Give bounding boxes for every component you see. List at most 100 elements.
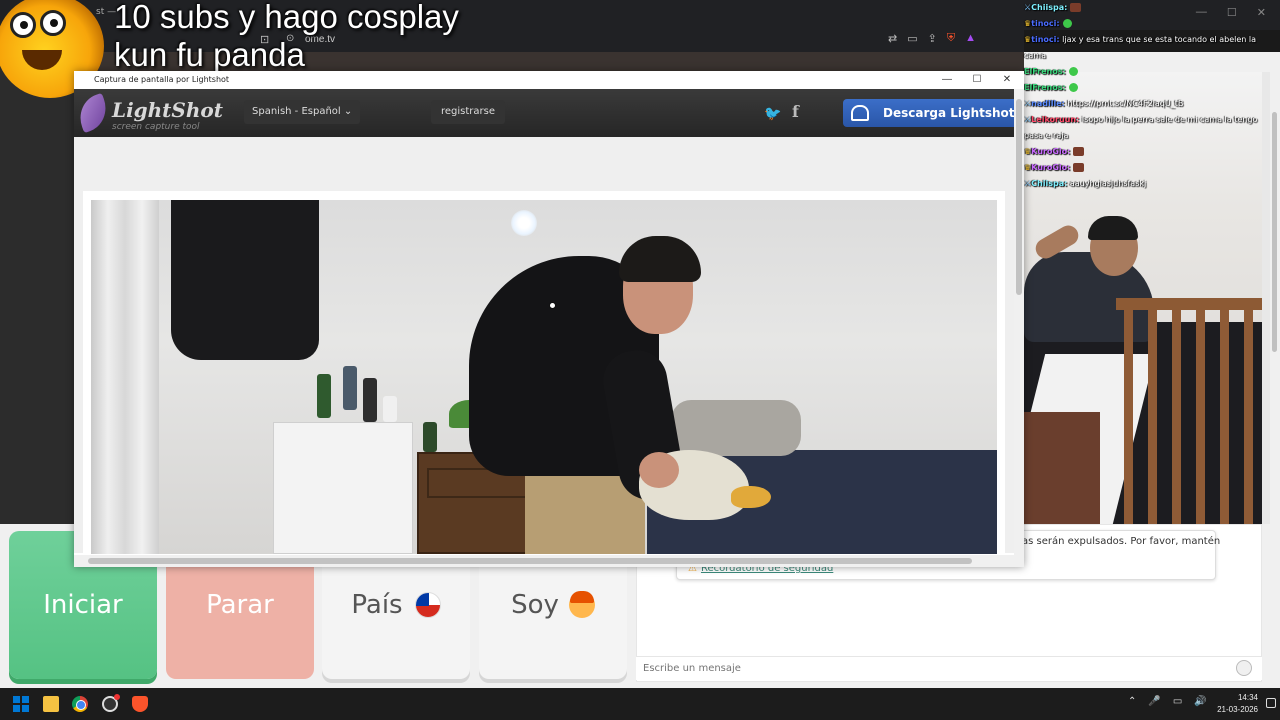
clock-date[interactable]: 21-03-2026 xyxy=(1206,705,1258,714)
cam-crib-slat xyxy=(1172,310,1181,524)
chat-username[interactable]: Leikoruun: xyxy=(1031,115,1079,124)
emoji-mouth xyxy=(22,50,62,70)
brave-rewards-icon[interactable]: ▲ xyxy=(965,32,976,45)
page-scrollbar[interactable] xyxy=(1270,52,1280,688)
brave-icon[interactable] xyxy=(132,696,148,712)
stream-chat-message: ElFrenos: xyxy=(1024,80,1270,96)
country-button-label: País xyxy=(351,590,403,620)
stream-chat-message: ElFrenos: xyxy=(1024,64,1270,80)
photo-can xyxy=(423,422,437,452)
cam-crib-slat xyxy=(1148,310,1157,524)
cam-person-hair xyxy=(1088,216,1138,240)
chat-emote-icon xyxy=(1070,3,1082,12)
page-scrollbar-thumb[interactable] xyxy=(1272,112,1277,352)
chat-emote-icon xyxy=(1068,67,1078,76)
lightshot-vertical-scrollbar-thumb[interactable] xyxy=(1016,99,1022,295)
stream-chat-message: ♛tinoci: xyxy=(1024,16,1270,32)
stream-chat-message: ⚔Chiispa: xyxy=(1024,0,1270,16)
language-selector-label: Spanish - Español xyxy=(252,106,341,117)
message-input[interactable] xyxy=(636,656,1262,680)
clock-time[interactable]: 14:34 xyxy=(1228,693,1258,702)
maximize-icon[interactable]: ☐ xyxy=(962,71,992,89)
cam-crib-slat xyxy=(1124,310,1133,524)
boy-icon xyxy=(568,591,595,618)
lightshot-titlebar[interactable]: Captura de pantalla por Lightshot — ☐ ✕ xyxy=(74,71,1024,89)
emoji-eye xyxy=(40,10,66,36)
photo-can xyxy=(343,366,357,410)
address-bar-actions: ⇄ ▭ ⇪ ⛨ ▲ xyxy=(888,32,976,45)
lightshot-logo[interactable]: LightShot xyxy=(112,98,223,122)
lightshot-horizontal-scrollbar[interactable] xyxy=(74,555,1024,567)
photo-can xyxy=(317,374,331,418)
lightshot-feather-icon xyxy=(73,92,113,134)
lightshot-vertical-scrollbar[interactable] xyxy=(1014,89,1024,555)
chat-username[interactable]: ElFrenos: xyxy=(1024,67,1066,76)
file-explorer-icon[interactable] xyxy=(43,696,59,712)
cam-person-body xyxy=(1024,252,1154,342)
photo-can xyxy=(363,378,377,422)
chat-message-text: https://prnt.sc/NC4F2iaqU_tB xyxy=(1067,99,1184,108)
stream-chat-message: ♛KuroGio: xyxy=(1024,160,1270,176)
chat-emote-icon xyxy=(1073,163,1085,172)
notifications-icon[interactable] xyxy=(1266,698,1276,708)
facebook-icon[interactable]: f xyxy=(792,102,799,121)
register-link[interactable]: registrarse xyxy=(431,100,506,124)
chat-emote-icon xyxy=(1062,19,1072,28)
recording-indicator xyxy=(114,694,120,700)
twitter-icon[interactable]: 🐦 xyxy=(764,105,781,122)
volume-icon[interactable]: 🔊 xyxy=(1194,696,1206,707)
chat-username[interactable]: Chiispa: xyxy=(1031,3,1067,12)
safety-notice-text: as serán expulsados. Por favor, mantén xyxy=(1022,536,1221,547)
chrome-icon[interactable] xyxy=(72,696,88,712)
chat-username[interactable]: Chiispa: xyxy=(1031,179,1067,188)
translate-icon[interactable]: ⇄ xyxy=(888,32,897,45)
windows-start-icon[interactable] xyxy=(13,696,29,712)
download-icon xyxy=(851,105,869,121)
tray-expand-icon[interactable]: ⌃ xyxy=(1128,696,1136,707)
overlay-title-line1: 10 subs y hago cosplay xyxy=(114,0,459,35)
cast-icon[interactable]: ▭ xyxy=(907,32,917,45)
taskbar xyxy=(0,688,1280,720)
photo-mini-fridge xyxy=(273,422,413,554)
brave-shields-icon[interactable]: ⛨ xyxy=(947,32,955,45)
photo-hanging-jacket xyxy=(171,200,319,360)
chat-username[interactable]: tinoci: xyxy=(1031,35,1059,44)
close-icon[interactable]: ✕ xyxy=(992,71,1022,89)
system-tray: ⌃ 🎤 ▭ 🔊 xyxy=(1128,696,1207,707)
microphone-icon[interactable]: 🎤 xyxy=(1148,696,1160,707)
network-icon[interactable]: ▭ xyxy=(1173,696,1182,707)
minimize-icon[interactable]: — xyxy=(932,71,962,89)
chat-emote-icon xyxy=(1073,147,1085,156)
photo-pillow xyxy=(671,400,801,456)
photo-light-bulb xyxy=(511,210,537,236)
chat-emote-icon xyxy=(1068,83,1078,92)
start-button-label: Iniciar xyxy=(43,590,123,620)
cam-blanket xyxy=(1024,412,1100,524)
chat-username[interactable]: KuroGio: xyxy=(1031,163,1070,172)
photo-person-hand xyxy=(639,452,679,488)
download-lightshot-button[interactable]: Descarga Lightshot gratis xyxy=(843,99,1014,127)
cam-crib-slat xyxy=(1220,310,1229,524)
cam-crib-slat xyxy=(1244,310,1253,524)
share-icon[interactable]: ⇪ xyxy=(928,32,937,45)
stream-chat-message: ⚔Chiispa: aauyhgiasjuhsfaskj xyxy=(1024,176,1270,192)
lightshot-tagline: screen capture tool xyxy=(112,122,200,132)
gender-button-label: Soy xyxy=(511,590,559,620)
chat-username[interactable]: KuroGio: xyxy=(1031,147,1070,156)
language-selector[interactable]: Spanish - Español ⌄ xyxy=(244,100,361,124)
emoji-picker-icon[interactable] xyxy=(1236,660,1252,676)
screenshot-image[interactable] xyxy=(91,200,997,554)
photo-person-hair xyxy=(619,236,701,282)
lightshot-window-controls: — ☐ ✕ xyxy=(932,71,1022,89)
mouse-cursor-icon xyxy=(549,302,556,309)
chat-username[interactable]: tinoci: xyxy=(1031,19,1059,28)
lightshot-window-title: Captura de pantalla por Lightshot xyxy=(94,75,230,84)
overlay-title-line2: kun fu panda xyxy=(114,36,305,73)
photo-curtain xyxy=(91,200,159,554)
chat-username[interactable]: nadille: xyxy=(1031,99,1065,108)
stream-chat-message: ♛tinoci: ljax y esa trans que se esta to… xyxy=(1024,32,1270,64)
download-button-label: Descarga Lightshot gratis xyxy=(883,106,1014,120)
chat-username[interactable]: ElFrenos: xyxy=(1024,83,1066,92)
lightshot-horizontal-scrollbar-thumb[interactable] xyxy=(88,558,972,564)
stream-overlay-title: 10 subs y hago cosplay kun fu panda xyxy=(114,0,459,74)
